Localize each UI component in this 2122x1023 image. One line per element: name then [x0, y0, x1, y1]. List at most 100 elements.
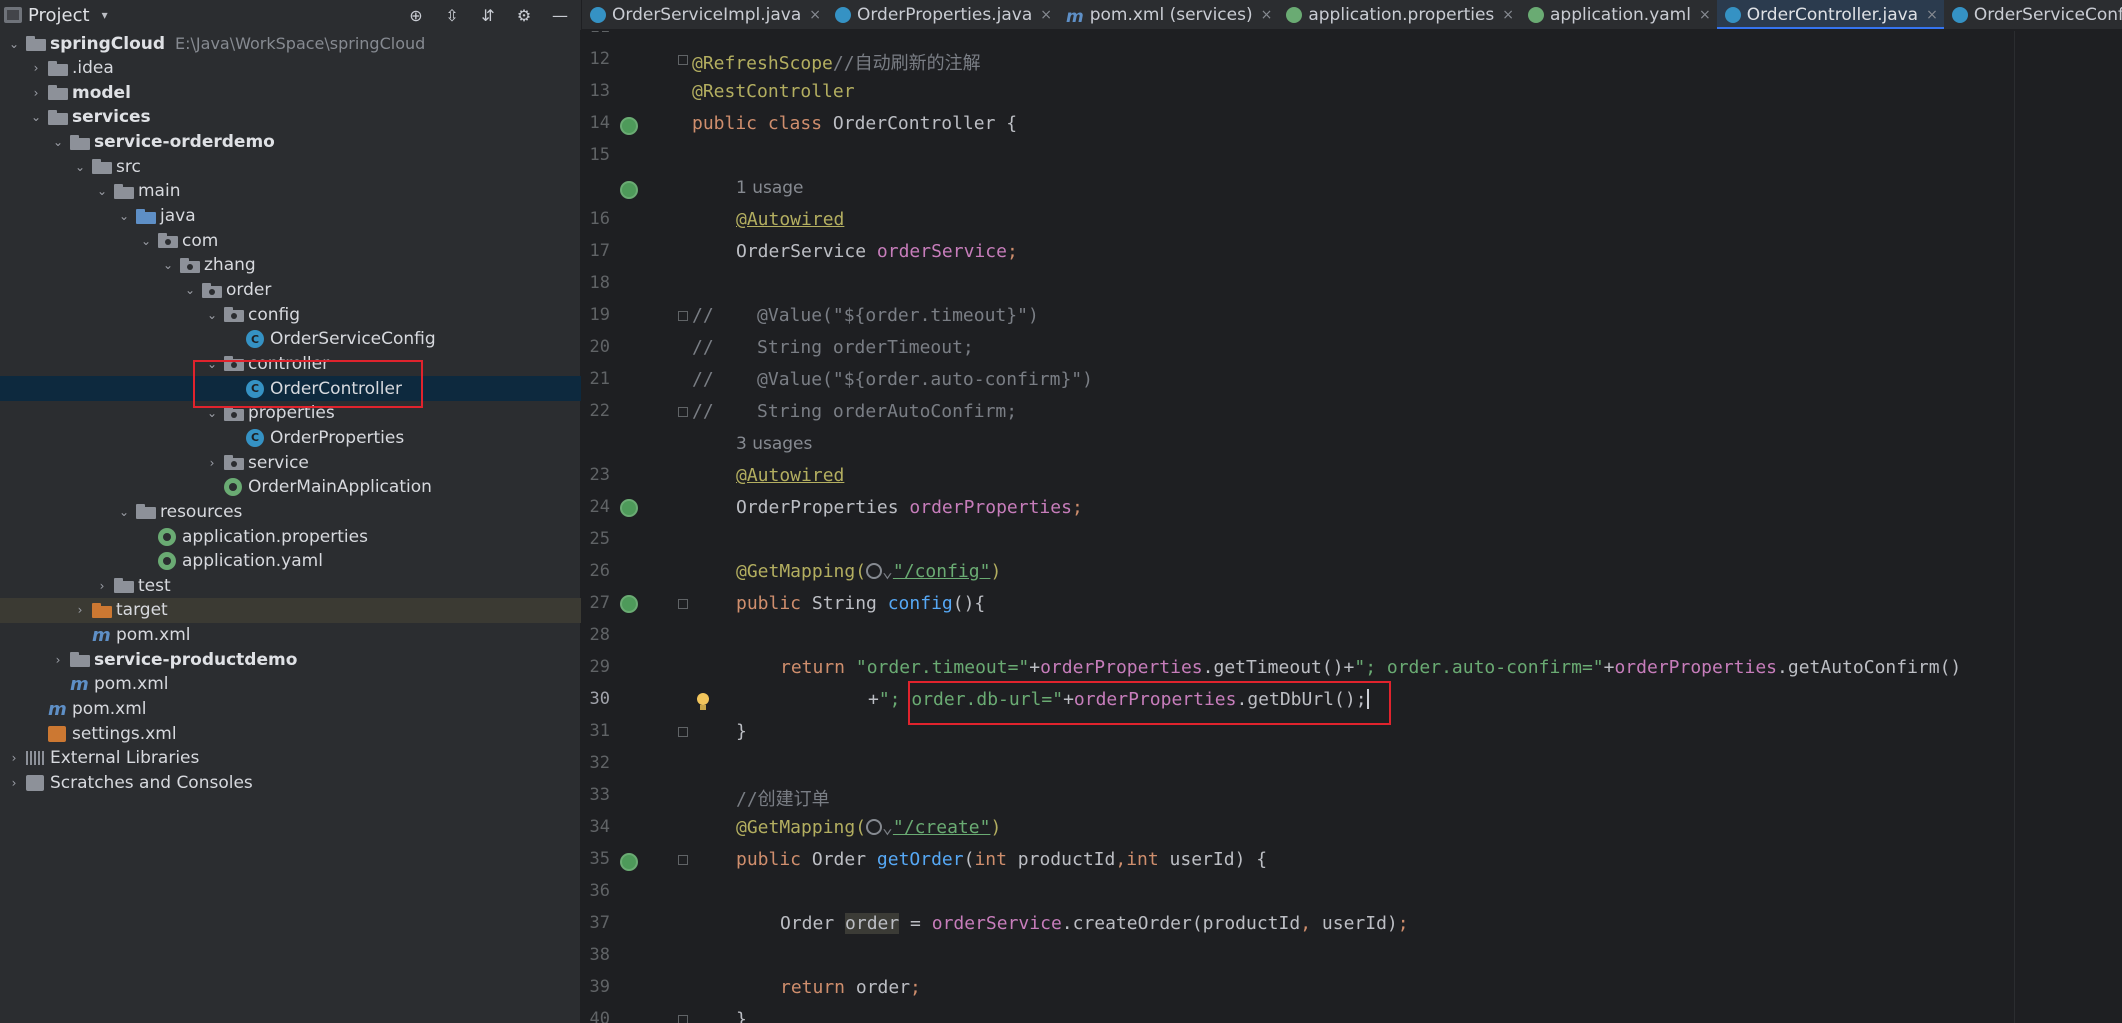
tree-item--idea[interactable]: › .idea	[0, 56, 581, 81]
code-line-30: +"; order.db-url="+orderProperties.getDb…	[868, 689, 1369, 710]
tree-item-application-yaml[interactable]: application.yaml	[0, 549, 581, 574]
tree-item-settings-xml[interactable]: settings.xml	[0, 721, 581, 746]
close-icon[interactable]: ×	[809, 7, 821, 23]
code-editor[interactable]: 11 12 13 14 15 16 17 18 19 20 21 22 23 24 25 26 27 28 29 30…	[582, 31, 2122, 1023]
fold-marker-icon[interactable]	[678, 55, 688, 65]
close-icon[interactable]: ×	[1699, 7, 1711, 23]
fold-marker-icon[interactable]	[678, 311, 688, 321]
tab-ordercontroller-java[interactable]: OrderController.java ×	[1716, 0, 1944, 29]
chevron-down-icon[interactable]: ⌄	[72, 160, 88, 174]
tree-item-service-productdemo[interactable]: › service-productdemo	[0, 647, 581, 672]
hide-panel-icon[interactable]: —	[549, 4, 571, 26]
fold-marker-icon[interactable]	[678, 1015, 688, 1023]
tree-item-orderserviceconfig[interactable]: C OrderServiceConfig	[0, 327, 581, 352]
chevron-right-icon[interactable]: ›	[50, 653, 66, 667]
tree-item-pom-xml[interactable]: m pom.xml	[0, 623, 581, 648]
tree-item-target[interactable]: › target	[0, 597, 581, 623]
close-icon[interactable]: ×	[1502, 7, 1514, 23]
usages-hint[interactable]: 3 usages	[736, 434, 812, 454]
chevron-right-icon[interactable]: ›	[28, 86, 44, 100]
chevron-right-icon[interactable]: ›	[72, 603, 88, 617]
tree-item-resources[interactable]: ⌄ resources	[0, 499, 581, 524]
tree-item-zhang[interactable]: ⌄ zhang	[0, 253, 581, 278]
tree-item-label: main	[138, 181, 181, 202]
tree-item-label: OrderServiceConfig	[270, 329, 436, 350]
tab-orderserviceimpl-java[interactable]: OrderServiceImpl.java ×	[582, 0, 827, 29]
spring-bean-gutter-icon[interactable]	[620, 499, 638, 517]
chevron-down-icon[interactable]: ▾	[102, 8, 108, 22]
chevron-down-icon[interactable]: ⌄	[116, 209, 132, 223]
tree-item-pom-xml[interactable]: m pom.xml	[0, 697, 581, 722]
close-icon[interactable]: ×	[1040, 7, 1052, 23]
tree-item-label: External Libraries	[50, 748, 200, 769]
chevron-right-icon[interactable]: ›	[6, 751, 22, 765]
fold-marker-icon[interactable]	[678, 727, 688, 737]
expand-all-icon[interactable]: ⇳	[441, 4, 463, 26]
tree-item-main[interactable]: ⌄ main	[0, 179, 581, 204]
tree-item-springcloud[interactable]: ⌄ springCloud E:\Java\WorkSpace\springClou…	[0, 31, 581, 56]
tree-item-java[interactable]: ⌄ java	[0, 204, 581, 229]
chevron-down-icon[interactable]: ⌄	[6, 37, 22, 51]
spring-bean-gutter-icon[interactable]	[620, 595, 638, 613]
spring-bean-gutter-icon[interactable]	[620, 181, 638, 199]
class-icon: C	[246, 379, 264, 398]
right-margin-guide	[2014, 31, 2015, 1023]
line-number: 18	[589, 273, 610, 293]
tree-item-ordercontroller[interactable]: C OrderController	[0, 376, 581, 402]
chevron-right-icon[interactable]: ›	[28, 61, 44, 75]
chevron-right-icon[interactable]: ›	[94, 579, 110, 593]
chevron-down-icon[interactable]: ⌄	[138, 234, 154, 248]
chevron-down-icon[interactable]: ⌄	[28, 110, 44, 124]
tab-application-yaml[interactable]: application.yaml ×	[1520, 0, 1717, 29]
tree-item-application-properties[interactable]: application.properties	[0, 524, 581, 549]
tree-item-order[interactable]: ⌄ order	[0, 278, 581, 303]
tree-item-src[interactable]: ⌄ src	[0, 154, 581, 179]
tree-item-external-libraries[interactable]: › External Libraries	[0, 746, 581, 771]
globe-icon[interactable]	[866, 819, 883, 835]
close-icon[interactable]: ×	[1261, 7, 1273, 23]
tree-item-orderproperties[interactable]: C OrderProperties	[0, 425, 581, 450]
chevron-down-icon[interactable]: ⌄	[50, 135, 66, 149]
close-icon[interactable]: ×	[1926, 7, 1938, 23]
line-number: 17	[589, 241, 610, 261]
project-panel-title[interactable]: Project	[28, 5, 90, 26]
fold-marker-icon[interactable]	[678, 855, 688, 865]
tab-application-properties[interactable]: application.properties ×	[1278, 0, 1520, 29]
globe-icon[interactable]	[866, 563, 883, 579]
locate-file-icon[interactable]: ⊕	[405, 4, 427, 26]
chevron-down-icon[interactable]: ⌄	[204, 308, 220, 322]
fold-marker-icon[interactable]	[678, 599, 688, 609]
collapse-all-icon[interactable]: ⇵	[477, 4, 499, 26]
spring-bean-gutter-icon[interactable]	[620, 117, 638, 135]
tree-item-pom-xml[interactable]: m pom.xml	[0, 672, 581, 697]
chevron-down-icon[interactable]: ⌄	[204, 357, 220, 371]
chevron-right-icon[interactable]: ›	[204, 456, 220, 470]
tree-item-service[interactable]: › service	[0, 450, 581, 475]
chevron-right-icon[interactable]: ›	[6, 776, 22, 790]
tree-item-ordermainapplication[interactable]: OrderMainApplication	[0, 475, 581, 500]
fold-marker-icon[interactable]	[678, 407, 688, 417]
tab-pom-xml-services-[interactable]: m pom.xml (services) ×	[1058, 0, 1278, 29]
chevron-down-icon[interactable]: ⌄	[160, 258, 176, 272]
chevron-down-icon[interactable]: ⌄	[204, 406, 220, 420]
tree-item-scratches-and-consoles[interactable]: › Scratches and Consoles	[0, 771, 581, 796]
class-icon	[834, 7, 851, 23]
tree-item-test[interactable]: › test	[0, 573, 581, 598]
chevron-down-icon[interactable]: ⌄	[182, 283, 198, 297]
chevron-down-icon[interactable]: ⌄	[116, 505, 132, 519]
lightbulb-icon[interactable]	[696, 693, 710, 711]
tree-item-config[interactable]: ⌄ config	[0, 302, 581, 327]
tree-item-model[interactable]: › model	[0, 80, 581, 105]
usage-hint[interactable]: 1 usage	[736, 178, 804, 198]
tree-item-services[interactable]: ⌄ services	[0, 105, 581, 130]
chevron-down-icon[interactable]: ⌄	[94, 184, 110, 198]
spring-bean-gutter-icon[interactable]	[620, 853, 638, 871]
tab-orderproperties-java[interactable]: OrderProperties.java ×	[827, 0, 1058, 29]
tab-orderserviceconfig-java[interactable]: OrderServiceConfig.java×	[1944, 0, 2122, 29]
tree-item-service-orderdemo[interactable]: ⌄ service-orderdemo	[0, 130, 581, 155]
code-line-40: }	[736, 1009, 747, 1023]
tree-item-controller[interactable]: ⌄ controller	[0, 351, 581, 376]
tree-item-properties[interactable]: ⌄ properties	[0, 401, 581, 426]
tree-item-com[interactable]: ⌄ com	[0, 228, 581, 253]
gear-icon[interactable]: ⚙	[513, 4, 535, 26]
